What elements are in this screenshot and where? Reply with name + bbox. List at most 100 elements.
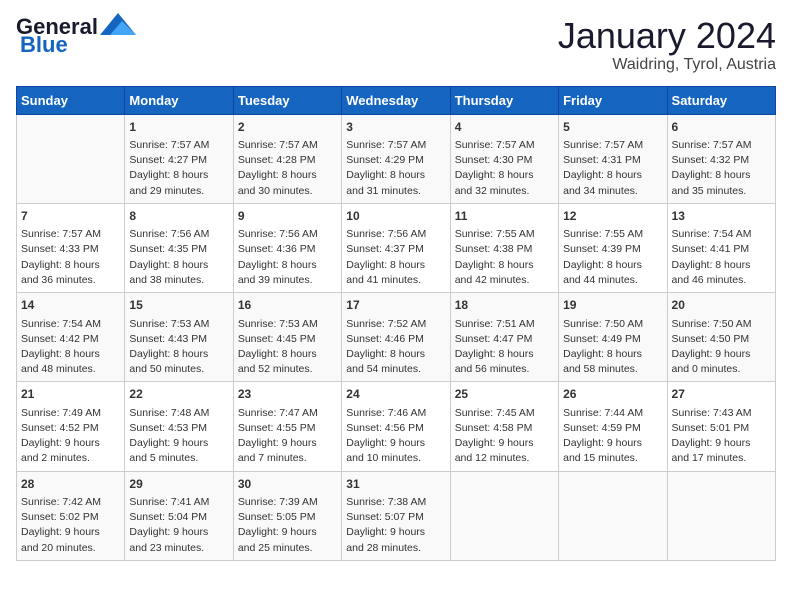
- day-number: 7: [21, 208, 120, 225]
- calendar-cell: 3 Sunrise: 7:57 AM Sunset: 4:29 PM Daylig…: [342, 114, 450, 203]
- cell-info: Sunrise: 7:57 AM Sunset: 4:33 PM Dayligh…: [21, 227, 120, 288]
- calendar-cell: [559, 471, 667, 560]
- day-number: 25: [455, 386, 554, 403]
- calendar-cell: 1Sunrise: 7:57 AM Sunset: 4:27 PM Daylig…: [125, 114, 233, 203]
- day-number: 22: [129, 386, 228, 403]
- day-number: 8: [129, 208, 228, 225]
- calendar-cell: 29 Sunrise: 7:41 AM Sunset: 5:04 PM Dayli…: [125, 471, 233, 560]
- location-subtitle: Waidring, Tyrol, Austria: [558, 56, 776, 74]
- calendar-cell: 10 Sunrise: 7:56 AM Sunset: 4:37 PM Dayli…: [342, 203, 450, 292]
- calendar-cell: 19Sunrise: 7:50 AM Sunset: 4:49 PM Dayli…: [559, 293, 667, 382]
- calendar-cell: 15 Sunrise: 7:53 AM Sunset: 4:43 PM Dayli…: [125, 293, 233, 382]
- calendar-cell: 9 Sunrise: 7:56 AM Sunset: 4:36 PM Daylig…: [233, 203, 341, 292]
- day-number: 29: [129, 476, 228, 493]
- day-header: Tuesday: [233, 86, 341, 114]
- cell-info: Sunrise: 7:39 AM Sunset: 5:05 PM Dayligh…: [238, 495, 337, 556]
- cell-info: Sunrise: 7:50 AM Sunset: 4:50 PM Dayligh…: [672, 317, 771, 378]
- day-header: Sunday: [17, 86, 125, 114]
- calendar-cell: 2 Sunrise: 7:57 AM Sunset: 4:28 PM Daylig…: [233, 114, 341, 203]
- cell-info: Sunrise: 7:52 AM Sunset: 4:46 PM Dayligh…: [346, 317, 445, 378]
- day-number: 10: [346, 208, 445, 225]
- calendar-cell: 5 Sunrise: 7:57 AM Sunset: 4:31 PM Daylig…: [559, 114, 667, 203]
- title-area: January 2024 Waidring, Tyrol, Austria: [558, 16, 776, 74]
- page-header: General Blue January 2024 Waidring, Tyro…: [16, 16, 776, 74]
- cell-info: Sunrise: 7:53 AM Sunset: 4:45 PM Dayligh…: [238, 317, 337, 378]
- day-number: 15: [129, 297, 228, 314]
- cell-info: Sunrise: 7:57 AM Sunset: 4:27 PM Dayligh…: [129, 138, 228, 199]
- cell-info: Sunrise: 7:56 AM Sunset: 4:37 PM Dayligh…: [346, 227, 445, 288]
- calendar-cell: 12 Sunrise: 7:55 AM Sunset: 4:39 PM Dayli…: [559, 203, 667, 292]
- cell-info: Sunrise: 7:51 AM Sunset: 4:47 PM Dayligh…: [455, 317, 554, 378]
- calendar-cell: 20 Sunrise: 7:50 AM Sunset: 4:50 PM Dayli…: [667, 293, 775, 382]
- calendar-cell: 11Sunrise: 7:55 AM Sunset: 4:38 PM Dayli…: [450, 203, 558, 292]
- cell-info: Sunrise: 7:57 AM Sunset: 4:30 PM Dayligh…: [455, 138, 554, 199]
- day-number: 20: [672, 297, 771, 314]
- cell-info: Sunrise: 7:55 AM Sunset: 4:39 PM Dayligh…: [563, 227, 662, 288]
- calendar-cell: 13Sunrise: 7:54 AM Sunset: 4:41 PM Dayli…: [667, 203, 775, 292]
- calendar-cell: 28 Sunrise: 7:42 AM Sunset: 5:02 PM Dayli…: [17, 471, 125, 560]
- calendar-cell: 16Sunrise: 7:53 AM Sunset: 4:45 PM Dayli…: [233, 293, 341, 382]
- day-header: Friday: [559, 86, 667, 114]
- calendar-cell: 24Sunrise: 7:46 AM Sunset: 4:56 PM Dayli…: [342, 382, 450, 471]
- day-header: Thursday: [450, 86, 558, 114]
- calendar-cell: 27 Sunrise: 7:43 AM Sunset: 5:01 PM Dayli…: [667, 382, 775, 471]
- calendar-cell: 17 Sunrise: 7:52 AM Sunset: 4:46 PM Dayli…: [342, 293, 450, 382]
- day-number: 4: [455, 119, 554, 136]
- cell-info: Sunrise: 7:44 AM Sunset: 4:59 PM Dayligh…: [563, 406, 662, 467]
- cell-info: Sunrise: 7:53 AM Sunset: 4:43 PM Dayligh…: [129, 317, 228, 378]
- cell-info: Sunrise: 7:57 AM Sunset: 4:28 PM Dayligh…: [238, 138, 337, 199]
- calendar-cell: 23 Sunrise: 7:47 AM Sunset: 4:55 PM Dayli…: [233, 382, 341, 471]
- cell-info: Sunrise: 7:57 AM Sunset: 4:29 PM Dayligh…: [346, 138, 445, 199]
- day-number: 9: [238, 208, 337, 225]
- day-number: 27: [672, 386, 771, 403]
- calendar-cell: [17, 114, 125, 203]
- day-number: 31: [346, 476, 445, 493]
- cell-info: Sunrise: 7:54 AM Sunset: 4:41 PM Dayligh…: [672, 227, 771, 288]
- cell-info: Sunrise: 7:42 AM Sunset: 5:02 PM Dayligh…: [21, 495, 120, 556]
- day-number: 3: [346, 119, 445, 136]
- calendar-cell: 22Sunrise: 7:48 AM Sunset: 4:53 PM Dayli…: [125, 382, 233, 471]
- day-header: Monday: [125, 86, 233, 114]
- cell-info: Sunrise: 7:55 AM Sunset: 4:38 PM Dayligh…: [455, 227, 554, 288]
- cell-info: Sunrise: 7:49 AM Sunset: 4:52 PM Dayligh…: [21, 406, 120, 467]
- day-number: 14: [21, 297, 120, 314]
- calendar-week-row: 14 Sunrise: 7:54 AM Sunset: 4:42 PM Dayli…: [17, 293, 776, 382]
- calendar-week-row: 21 Sunrise: 7:49 AM Sunset: 4:52 PM Dayli…: [17, 382, 776, 471]
- calendar-week-row: 28 Sunrise: 7:42 AM Sunset: 5:02 PM Dayli…: [17, 471, 776, 560]
- calendar-cell: [450, 471, 558, 560]
- calendar-cell: 14 Sunrise: 7:54 AM Sunset: 4:42 PM Dayli…: [17, 293, 125, 382]
- logo-icon: [100, 13, 136, 35]
- calendar-cell: 21 Sunrise: 7:49 AM Sunset: 4:52 PM Dayli…: [17, 382, 125, 471]
- day-number: 17: [346, 297, 445, 314]
- calendar-week-row: 7 Sunrise: 7:57 AM Sunset: 4:33 PM Daylig…: [17, 203, 776, 292]
- day-number: 21: [21, 386, 120, 403]
- day-number: 5: [563, 119, 662, 136]
- calendar-cell: 6 Sunrise: 7:57 AM Sunset: 4:32 PM Daylig…: [667, 114, 775, 203]
- calendar-cell: 4 Sunrise: 7:57 AM Sunset: 4:30 PM Daylig…: [450, 114, 558, 203]
- cell-info: Sunrise: 7:56 AM Sunset: 4:36 PM Dayligh…: [238, 227, 337, 288]
- day-number: 19: [563, 297, 662, 314]
- day-number: 23: [238, 386, 337, 403]
- day-number: 28: [21, 476, 120, 493]
- day-number: 30: [238, 476, 337, 493]
- day-number: 2: [238, 119, 337, 136]
- cell-info: Sunrise: 7:54 AM Sunset: 4:42 PM Dayligh…: [21, 317, 120, 378]
- calendar-cell: 31 Sunrise: 7:38 AM Sunset: 5:07 PM Dayli…: [342, 471, 450, 560]
- logo: General Blue: [16, 16, 136, 56]
- cell-info: Sunrise: 7:57 AM Sunset: 4:32 PM Dayligh…: [672, 138, 771, 199]
- calendar-cell: [667, 471, 775, 560]
- day-number: 26: [563, 386, 662, 403]
- cell-info: Sunrise: 7:41 AM Sunset: 5:04 PM Dayligh…: [129, 495, 228, 556]
- calendar-header-row: SundayMondayTuesdayWednesdayThursdayFrid…: [17, 86, 776, 114]
- day-number: 12: [563, 208, 662, 225]
- cell-info: Sunrise: 7:43 AM Sunset: 5:01 PM Dayligh…: [672, 406, 771, 467]
- cell-info: Sunrise: 7:38 AM Sunset: 5:07 PM Dayligh…: [346, 495, 445, 556]
- day-number: 6: [672, 119, 771, 136]
- logo-text-blue: Blue: [20, 34, 68, 56]
- calendar-cell: 26 Sunrise: 7:44 AM Sunset: 4:59 PM Dayli…: [559, 382, 667, 471]
- calendar-cell: 25Sunrise: 7:45 AM Sunset: 4:58 PM Dayli…: [450, 382, 558, 471]
- calendar-cell: 30 Sunrise: 7:39 AM Sunset: 5:05 PM Dayli…: [233, 471, 341, 560]
- cell-info: Sunrise: 7:57 AM Sunset: 4:31 PM Dayligh…: [563, 138, 662, 199]
- cell-info: Sunrise: 7:47 AM Sunset: 4:55 PM Dayligh…: [238, 406, 337, 467]
- cell-info: Sunrise: 7:46 AM Sunset: 4:56 PM Dayligh…: [346, 406, 445, 467]
